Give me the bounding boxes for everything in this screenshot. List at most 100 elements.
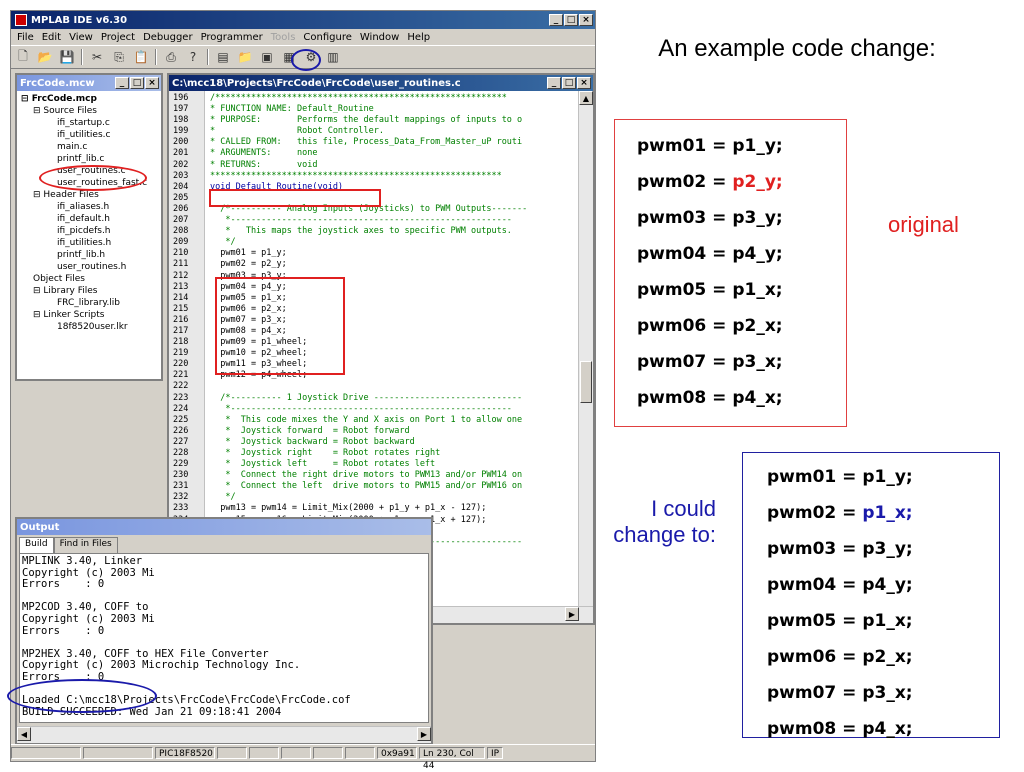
scroll-left-arrow-icon[interactable]: ◀ (17, 727, 31, 741)
menu-configure[interactable]: Configure (299, 32, 355, 43)
status-cell (249, 747, 279, 759)
menu-file[interactable]: File (13, 32, 38, 43)
joystick-input: p3_y; (732, 208, 783, 228)
menu-edit[interactable]: Edit (38, 32, 65, 43)
menu-view[interactable]: View (65, 32, 97, 43)
pwm-assignment-line: pwm06 = p2_x; (637, 308, 846, 344)
tree-folder[interactable]: ⊟ Linker Scripts (21, 309, 161, 321)
code-line: * Robot Controller. (210, 126, 384, 137)
line-number: 230 (173, 470, 189, 481)
line-number: 220 (173, 359, 189, 370)
toolbar-separator (207, 49, 209, 65)
line-number: 208 (173, 226, 189, 237)
scroll-right-arrow-icon[interactable]: ▶ (417, 727, 431, 741)
menu-debugger[interactable]: Debugger (139, 32, 197, 43)
maximize-button[interactable]: □ (130, 77, 144, 89)
tree-folder[interactable]: ⊟ Library Files (21, 285, 161, 297)
paste-icon[interactable]: 📋 (133, 49, 149, 65)
tree-folder[interactable]: Object Files (21, 273, 161, 285)
pwm-output-name: pwm01 = (637, 136, 733, 156)
menu-tools[interactable]: Tools (267, 32, 300, 43)
line-number: 216 (173, 314, 189, 325)
toolbar-separator (81, 49, 83, 65)
toolbar-separator (155, 49, 157, 65)
pwm-output-name: pwm06 = (637, 316, 733, 336)
line-number: 214 (173, 292, 189, 303)
joystick-input: p1_y; (732, 136, 783, 156)
new-project-icon[interactable]: ▤ (215, 49, 231, 65)
tree-file[interactable]: ifi_default.h (21, 213, 161, 225)
tree-file[interactable]: 18f8520user.lkr (21, 321, 161, 333)
tab-find-in-files[interactable]: Find in Files (53, 537, 118, 553)
tree-file[interactable]: ifi_utilities.c (21, 129, 161, 141)
new-file-icon[interactable]: 🗋 (15, 49, 31, 65)
pwm-assignment-line: pwm07 = p3_x; (767, 675, 999, 711)
code-line: * Connect the left drive motors to PWM15… (210, 481, 523, 492)
menu-project[interactable]: Project (97, 32, 139, 43)
tree-root[interactable]: ⊟ FrcCode.mcp (21, 93, 161, 105)
code-line: * RETURNS: void (210, 159, 318, 170)
scroll-up-arrow-icon[interactable]: ▲ (579, 91, 593, 105)
change-label: I could change to: (613, 496, 716, 547)
tree-file[interactable]: main.c (21, 141, 161, 153)
help-icon[interactable]: ? (185, 49, 201, 65)
pwm-output-name: pwm04 = (767, 575, 863, 595)
save-icon[interactable]: 💾 (59, 49, 75, 65)
pwm-output-name: pwm02 = (637, 172, 733, 192)
vertical-scrollbar[interactable]: ▲ (578, 91, 593, 607)
output-horizontal-scrollbar[interactable]: ◀ ▶ (17, 726, 431, 743)
vertical-scroll-thumb[interactable] (580, 361, 592, 403)
close-button[interactable]: × (145, 77, 159, 89)
status-cell (345, 747, 375, 759)
save-project-icon[interactable]: ▣ (259, 49, 275, 65)
print-icon[interactable]: ⎙ (163, 49, 179, 65)
output-window-title: Output (20, 521, 60, 533)
menu-help[interactable]: Help (403, 32, 434, 43)
line-number: 197 (173, 104, 189, 115)
code-line: /*---------- 1 Joystick Drive ----------… (210, 392, 523, 403)
joystick-input: p2_x; (862, 647, 913, 667)
pwm-output-name: pwm03 = (637, 208, 733, 228)
tree-file[interactable]: printf_lib.h (21, 249, 161, 261)
tree-file[interactable]: FRC_library.lib (21, 297, 161, 309)
tab-build[interactable]: Build (19, 537, 54, 553)
tree-file[interactable]: user_routines.h (21, 261, 161, 273)
line-number: 222 (173, 381, 189, 392)
menu-window[interactable]: Window (356, 32, 403, 43)
scroll-right-arrow-icon[interactable]: ▶ (565, 607, 579, 621)
pwm-output-name: pwm05 = (637, 280, 733, 300)
tree-file[interactable]: ifi_utilities.h (21, 237, 161, 249)
status-address: 0x9a91 (377, 747, 417, 759)
pwm-assignment-line: pwm06 = p2_x; (767, 639, 999, 675)
tree-file[interactable]: ifi_picdefs.h (21, 225, 161, 237)
tree-file[interactable]: ifi_aliases.h (21, 201, 161, 213)
tree-folder[interactable]: ⊟ Source Files (21, 105, 161, 117)
menu-programmer[interactable]: Programmer (197, 32, 267, 43)
line-number: 207 (173, 215, 189, 226)
minimize-button[interactable]: _ (547, 77, 561, 89)
open-project-icon[interactable]: 📁 (237, 49, 253, 65)
ide-titlebar: MPLAB IDE v6.30 _ □ × (11, 11, 595, 29)
joystick-input: p1_y; (862, 467, 913, 487)
tree-file[interactable]: ifi_startup.c (21, 117, 161, 129)
code-line: ****************************************… (210, 170, 502, 181)
line-number: 226 (173, 425, 189, 436)
tree-file[interactable]: printf_lib.c (21, 153, 161, 165)
pwm-output-name: pwm08 = (767, 719, 863, 739)
joystick-input: p4_x; (732, 388, 783, 408)
pwm-assignment-highlight-box (215, 277, 345, 375)
maximize-button[interactable]: □ (564, 14, 578, 26)
pwm-assignment-line: pwm03 = p3_y; (767, 531, 999, 567)
pwm-output-name: pwm01 = (767, 467, 863, 487)
cut-icon[interactable]: ✂ (89, 49, 105, 65)
close-button[interactable]: × (577, 77, 591, 89)
make-icon[interactable]: ▥ (325, 49, 341, 65)
maximize-button[interactable]: □ (562, 77, 576, 89)
close-button[interactable]: × (579, 14, 593, 26)
minimize-button[interactable]: _ (549, 14, 563, 26)
minimize-button[interactable]: _ (115, 77, 129, 89)
line-number: 210 (173, 248, 189, 259)
copy-icon[interactable]: ⎘ (111, 49, 127, 65)
open-file-icon[interactable]: 📂 (37, 49, 53, 65)
line-number: 199 (173, 126, 189, 137)
